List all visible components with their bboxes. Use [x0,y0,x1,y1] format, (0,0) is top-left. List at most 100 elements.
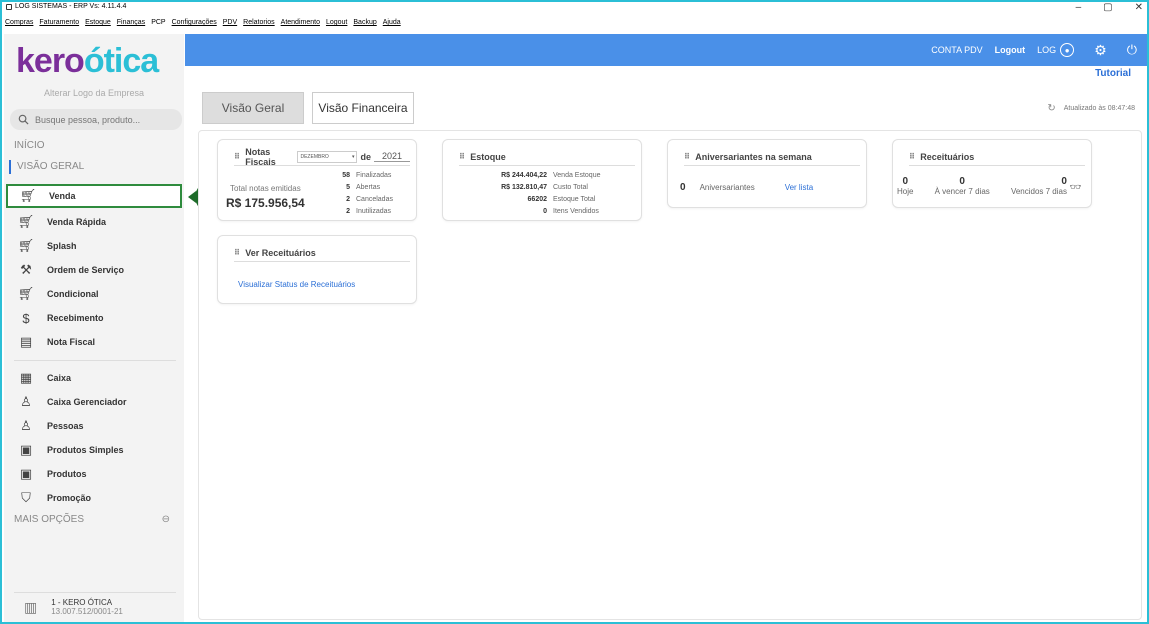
sidebar-item-label: Caixa [47,373,72,383]
company-logo[interactable]: keroótica [16,42,159,81]
section-inicio[interactable]: INÍCIO [14,140,45,151]
search-input[interactable] [35,114,165,125]
menu-compras[interactable]: Compras [5,19,33,31]
drag-handle-icon[interactable]: ⠿ [234,152,240,161]
sidebar-item-nota-fiscal[interactable]: ▤ Nota Fiscal [6,330,182,354]
more-options-label: MAIS OPÇÕES [14,514,85,525]
receituarios-stats: 0 Hoje 0 À vencer 7 dias 0 Vencidos 7 di… [897,176,1067,196]
stat-label: Vencidos 7 dias [1010,187,1067,196]
conta-pdv-link[interactable]: CONTA PDV [931,45,982,55]
drag-handle-icon[interactable]: ⠿ [909,152,915,161]
aniversariantes-row: 0 Aniversariantes Ver lista [680,182,813,193]
sidebar-item-label: Produtos [47,469,87,479]
menu-financas[interactable]: Finanças [117,19,145,31]
sidebar-divider-bottom [14,592,176,593]
stat-label: À vencer 7 dias [934,187,990,196]
card-header: ⠿ Aniversariantes na semana [684,148,860,166]
card-aniversariantes: ⠿ Aniversariantes na semana 0 Aniversari… [667,139,867,208]
card-notas-fiscais: ⠿ Notas Fiscais DEZEMBRO ▾ de 2021 Total … [217,139,417,221]
stat-value: R$ 244.404,22 [501,172,547,179]
menu-estoque[interactable]: Estoque [85,19,111,31]
more-options[interactable]: MAIS OPÇÕES ⊖ [14,514,170,525]
logout-button[interactable]: Logout [995,45,1026,55]
sidebar-item-venda[interactable]: 🛒︎ Venda [6,184,182,208]
sidebar: keroótica Alterar Logo da Empresa INÍCIO… [4,34,184,622]
sidebar-item-splash[interactable]: 🛒︎ Splash [6,234,182,258]
menu-backup[interactable]: Backup [353,19,376,31]
month-select[interactable]: DEZEMBRO ▾ [297,150,358,163]
cart-return-icon: 🛒︎ [17,286,35,301]
sidebar-item-venda-rapida[interactable]: 🛒︎ Venda Rápida [6,210,182,234]
card-header: ⠿ Receituários [909,148,1085,166]
logo-text: kero [16,42,85,80]
sidebar-item-promocao[interactable]: ⛉ Promoção [6,486,182,510]
search-box[interactable] [10,109,182,130]
sidebar-item-label: Recebimento [47,313,104,323]
stat-label: Finalizadas [356,172,392,179]
stat-label: Venda Estoque [553,172,601,179]
sidebar-item-produtos-simples[interactable]: ▣ Produtos Simples [6,438,182,462]
aniversariantes-label: Aniversariantes [699,183,755,192]
box-icon: ▣ [19,442,33,457]
stat-vencidos: 0 Vencidos 7 dias [1011,176,1067,196]
menu-configuracoes[interactable]: Configurações [172,19,217,31]
gear-icon[interactable]: ⚙ [1094,42,1107,59]
sidebar-item-label: Produtos Simples [47,445,124,455]
user-menu[interactable]: LOG ● [1037,43,1075,57]
app-icon [6,3,12,10]
stat-row: 66202 Estoque Total [455,194,601,206]
sidebar-item-label: Ordem de Serviço [47,265,125,275]
change-logo-link[interactable]: Alterar Logo da Empresa [4,88,184,98]
refresh-icon[interactable]: ↻ [1047,103,1055,114]
stat-label: Inutilizadas [356,208,392,215]
maximize-button[interactable]: ▢ [1103,2,1112,13]
menu-faturamento[interactable]: Faturamento [39,19,79,31]
sidebar-item-produtos[interactable]: ▣ Produtos [6,462,182,486]
status-receituarios-link[interactable]: Visualizar Status de Receituários [238,280,355,289]
menu-pcp[interactable]: PCP [151,19,165,31]
menu-relatorios[interactable]: Relatorios [243,19,275,31]
stat-value: 0 [1061,176,1067,187]
sidebar-item-recebimento[interactable]: $ Recebimento [6,306,182,330]
card-header: ⠿ Estoque [459,148,635,166]
app-window: LOG SISTEMAS - ERP Vs: 4.11.4.4 – ▢ ✕ Co… [0,0,1149,624]
sidebar-item-pessoas[interactable]: ♙ Pessoas [6,414,182,438]
sidebar-item-ordem-servico[interactable]: ⚒︎ Ordem de Serviço [6,258,182,282]
power-icon[interactable]: ⏻ [1127,42,1137,58]
sidebar-item-caixa[interactable]: ▦ Caixa [6,366,182,390]
sidebar-item-label: Condicional [47,289,99,299]
nfe-icon: ▤ [19,334,33,349]
ver-lista-link[interactable]: Ver lista [785,183,813,192]
sidebar-item-caixa-gerenciador[interactable]: ♙ Caixa Gerenciador [6,390,182,414]
card-receituarios: ⠿ Receituários 0 Hoje 0 À vencer 7 dias … [892,139,1092,208]
stat-value: R$ 132.810,47 [501,184,547,191]
company-info[interactable]: ▥ 1 - KERO ÓTICA 13.007.512/0001-21 [24,598,123,616]
user-money-icon: ♙ [20,394,32,409]
last-updated-text: Atualizado às 08:47:48 [1063,105,1135,112]
tutorial-link[interactable]: Tutorial [1095,68,1131,79]
stat-value: 0 [543,208,547,215]
year-input[interactable]: 2021 [374,151,410,162]
drag-handle-icon[interactable]: ⠿ [234,248,240,257]
card-header: ⠿ Ver Receituários [234,244,410,262]
tab-visao-geral[interactable]: Visão Geral [202,92,304,124]
section-visao-geral[interactable]: VISÃO GERAL [9,160,84,174]
menu-logout[interactable]: Logout [326,19,347,31]
menu-ajuda[interactable]: Ajuda [383,19,401,31]
card-title: Notas Fiscais [245,146,276,167]
tab-visao-financeira[interactable]: Visão Financeira [312,92,414,124]
stat-label: Custo Total [553,184,588,191]
stat-row: 2 Inutilizadas [310,206,393,218]
stat-hoje: 0 Hoje [897,176,913,196]
drag-handle-icon[interactable]: ⠿ [459,152,465,161]
minimize-button[interactable]: – [1076,2,1082,13]
card-title: Receituários [920,151,975,162]
tools-icon: ⚒︎ [20,262,32,277]
menu-atendimento[interactable]: Atendimento [281,19,320,31]
drag-handle-icon[interactable]: ⠿ [684,152,690,161]
top-bar: CONTA PDV Logout LOG ● ⚙ ⏻ [185,34,1147,66]
menu-pdv[interactable]: PDV [223,19,237,31]
close-button[interactable]: ✕ [1135,2,1143,13]
notas-filter: DEZEMBRO ▾ de 2021 [297,150,410,163]
sidebar-item-condicional[interactable]: 🛒︎ Condicional [6,282,182,306]
